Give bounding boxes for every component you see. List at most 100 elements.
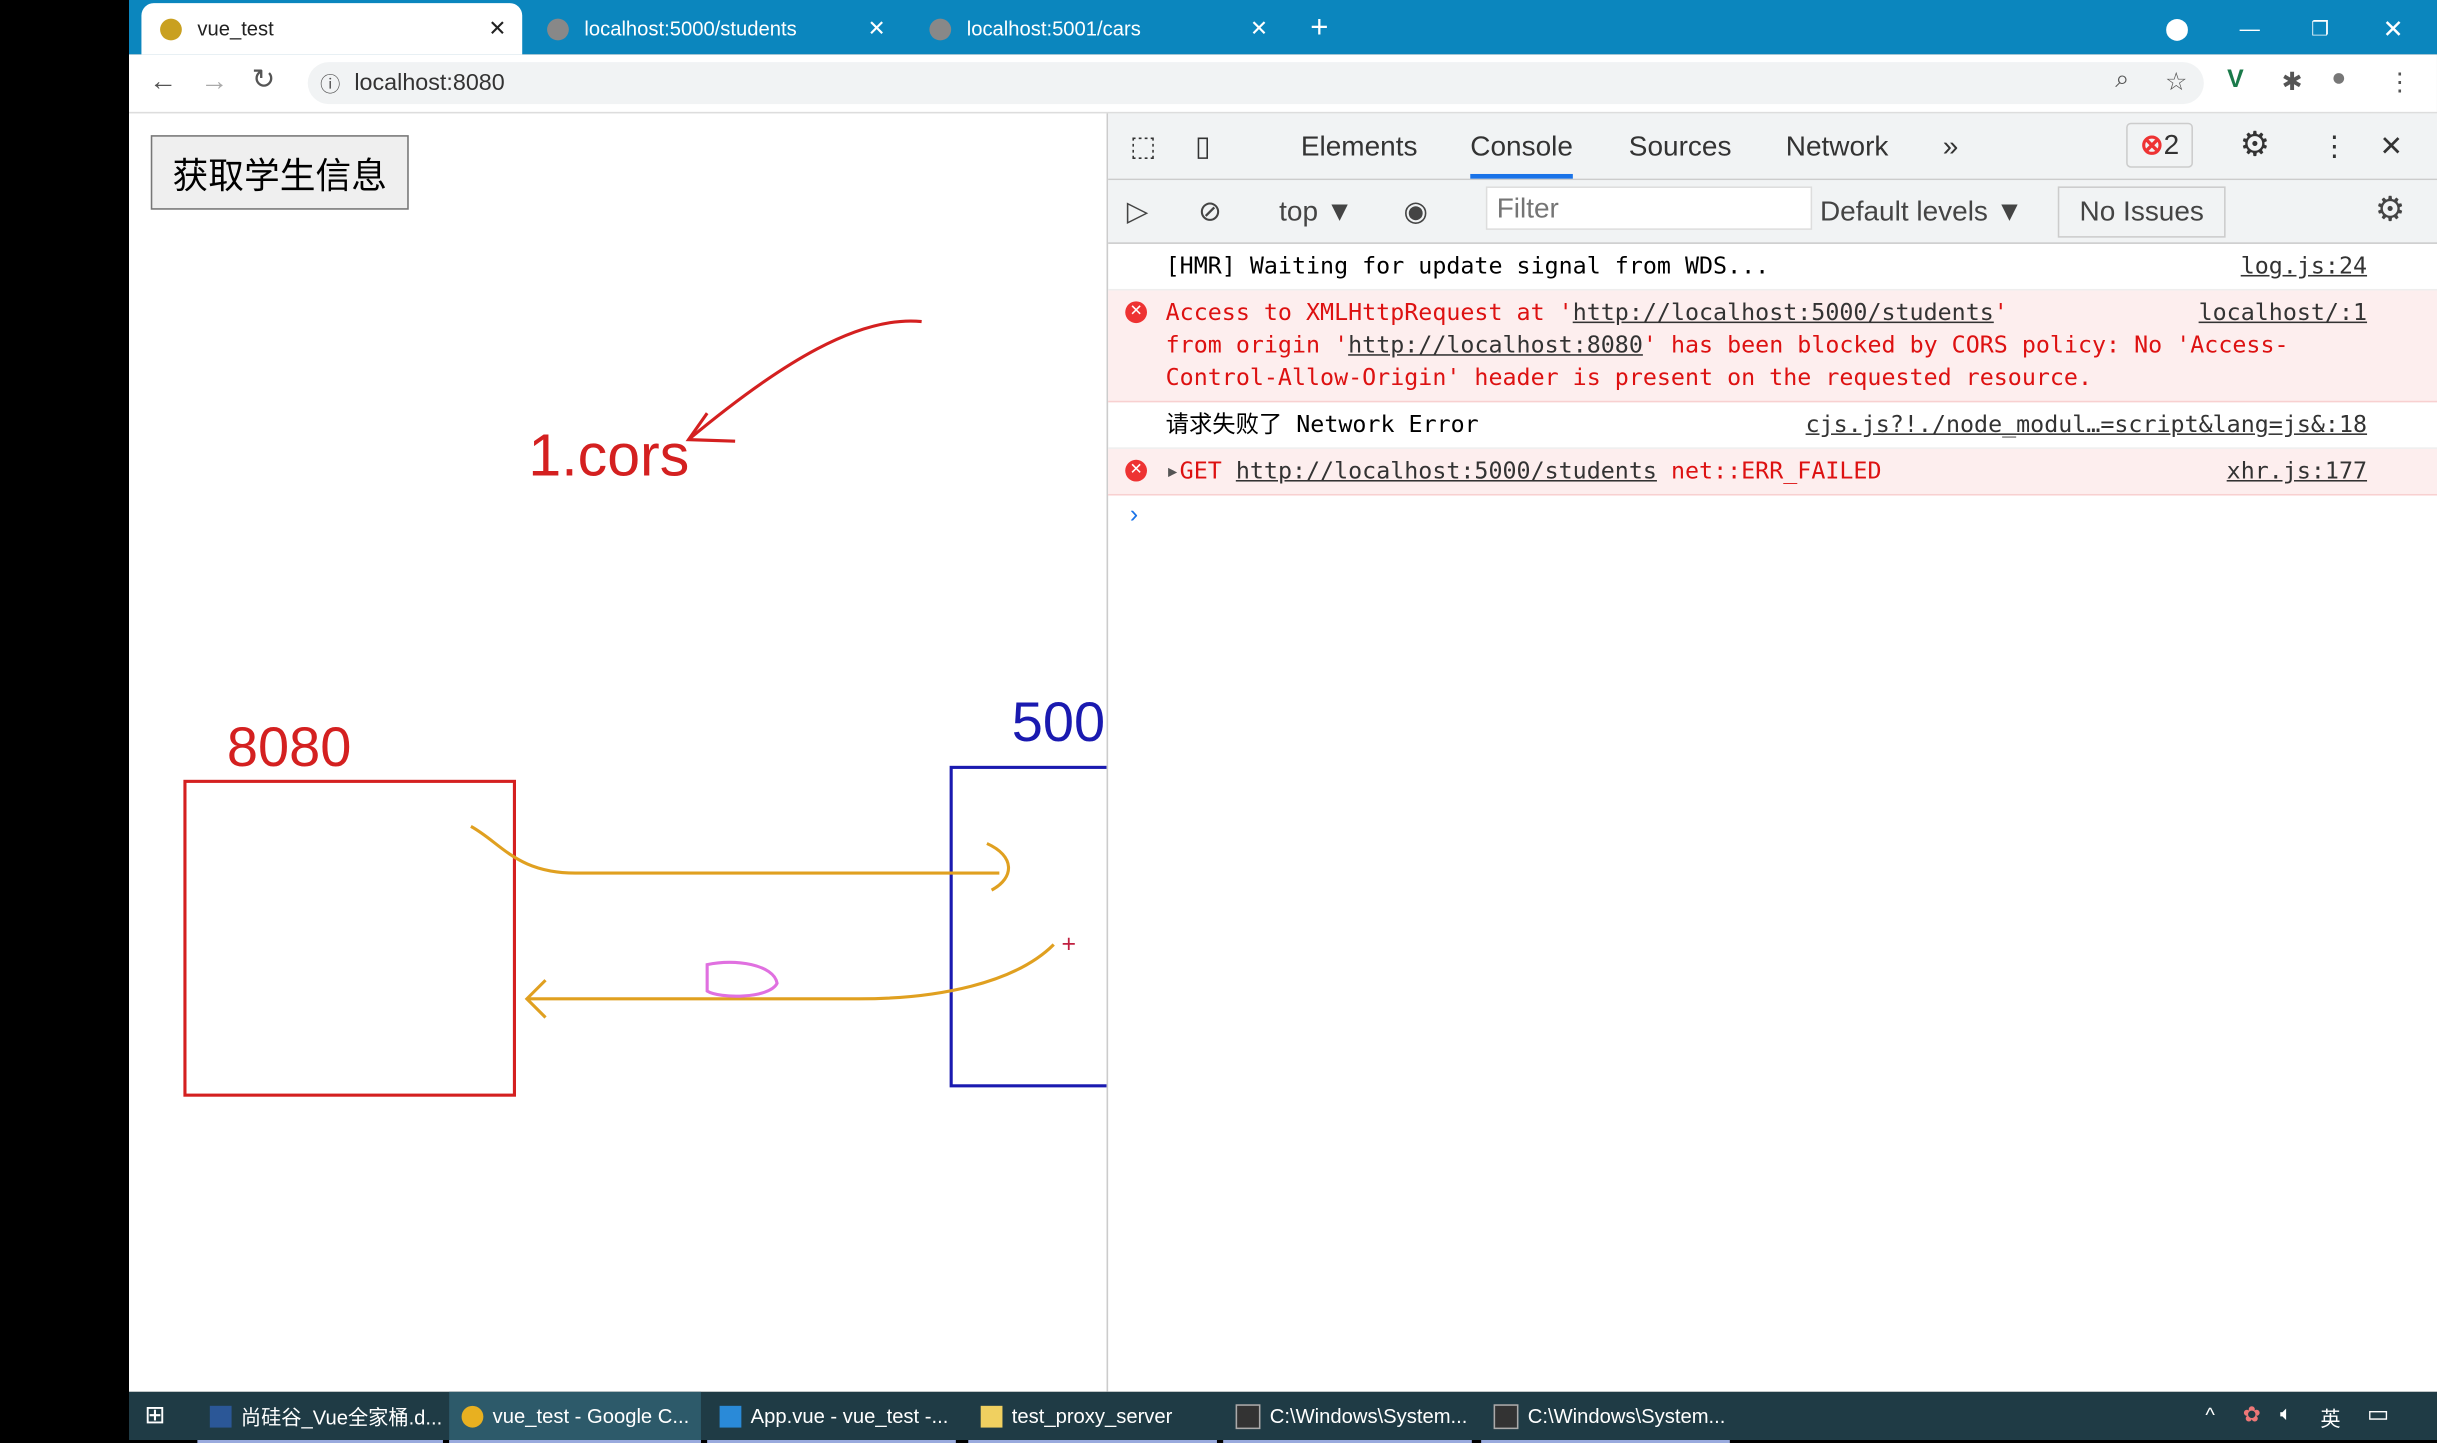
response-arrow — [526, 943, 1055, 1001]
menu-icon[interactable]: ⋮ — [2387, 67, 2412, 98]
console-message: [HMR] Waiting for update signal from WDS… — [1108, 244, 2437, 291]
error-icon: ⊗ — [2140, 128, 2164, 161]
msg-part: GET — [1179, 456, 1236, 485]
expand-triangle-icon[interactable]: ▸ — [1166, 457, 1180, 485]
page-content: 获取学生信息 + 1.cors 8080 5000 — [128, 113, 1314, 1392]
omnibox[interactable]: ⓘ localhost:8080 — [307, 62, 2204, 105]
red-arrow — [687, 319, 922, 441]
origin-link[interactable]: http://localhost:8080 — [1348, 331, 1643, 359]
tab-vue-test[interactable]: vue_test ✕ — [141, 3, 523, 55]
filter-input[interactable] — [1485, 186, 1813, 230]
vue-devtools-icon[interactable]: V — [2227, 67, 2244, 95]
request-arrow — [470, 825, 1000, 875]
address-bar-row: ← → ↻ ⓘ localhost:8080 ⌕ ☆ V ✱ ● ⋮ — [128, 54, 2437, 114]
chrome-icon — [461, 1405, 484, 1427]
source-link[interactable]: log.js:24 — [2241, 250, 2367, 283]
msg-part: ' has been blocked by CORS policy: No 'A… — [1165, 330, 2289, 392]
tab-elements[interactable]: Elements — [1301, 130, 1418, 163]
info-icon: ⓘ — [320, 73, 341, 97]
taskbar-cmd[interactable]: C:\Windows\System... — [1481, 1392, 1730, 1443]
taskbar-label: 尚硅谷_Vue全家桶.d... — [240, 1405, 443, 1430]
volume-icon[interactable]: 🔈︎ — [2280, 1401, 2292, 1426]
globe-icon — [929, 17, 952, 40]
error-url-link[interactable]: http://localhost:5000/students — [1236, 457, 1657, 485]
url-text: localhost:8080 — [354, 69, 505, 97]
taskbar-vscode[interactable]: App.vue - vue_test -... — [707, 1392, 956, 1443]
windows-start-icon[interactable]: ⊞ — [145, 1400, 166, 1431]
back-icon[interactable]: ← — [149, 65, 177, 98]
sidebar-toggle-icon[interactable]: ▷ — [1127, 196, 1149, 229]
error-count-badge[interactable]: ⊗2 — [2126, 122, 2194, 168]
red-arrowhead — [685, 412, 736, 443]
inspect-icon[interactable]: ⬚ — [1130, 130, 1156, 163]
devtools-panel: ⬚ ▯ Elements Console Sources Network » ⊗… — [1106, 113, 2437, 1392]
close-devtools-icon[interactable]: ✕ — [2379, 130, 2402, 163]
folder-icon — [980, 1405, 1003, 1427]
request-arrowhead — [986, 842, 1010, 892]
error-url-link[interactable]: http://localhost:5000/students — [1573, 298, 1994, 326]
tab-sources[interactable]: Sources — [1629, 130, 1732, 163]
close-tab-icon[interactable]: ✕ — [488, 16, 506, 42]
profile-dropdown-icon[interactable]: ⬤ — [2165, 3, 2189, 54]
msg-part: Access to XMLHttpRequest at ' — [1165, 298, 1573, 327]
taskbar-label: vue_test - Google C... — [492, 1404, 690, 1428]
tab-network[interactable]: Network — [1786, 130, 1889, 163]
settings-icon[interactable]: ⚙ — [2240, 124, 2271, 164]
restore-button[interactable]: ❐ — [2311, 3, 2329, 54]
more-options-icon[interactable]: ⋮ — [2320, 130, 2348, 163]
label-cors: 1.cors — [528, 424, 690, 490]
tab-bar: vue_test ✕ localhost:5000/students ✕ local… — [128, 0, 2437, 55]
source-link[interactable]: xhr.js:177 — [2227, 455, 2367, 488]
cmd-icon — [1235, 1403, 1261, 1429]
issues-button[interactable]: No Issues — [2057, 186, 2226, 238]
new-tab-button[interactable]: + — [1310, 3, 1328, 54]
error-count: 2 — [2163, 128, 2180, 161]
tab-console[interactable]: Console — [1470, 130, 1573, 179]
clear-console-icon[interactable]: ⊘ — [1198, 196, 1221, 229]
taskbar-word[interactable]: 尚硅谷_Vue全家桶.d... — [197, 1392, 443, 1443]
tab-cars[interactable]: localhost:5001/cars ✕ — [911, 3, 1284, 54]
tab-title: localhost:5001/cars — [966, 17, 1141, 41]
pink-scribble — [705, 960, 779, 998]
log-levels-select[interactable]: Default levels ▼ — [1820, 196, 2023, 229]
console-settings-icon[interactable]: ⚙ — [2375, 190, 2406, 230]
forward-icon[interactable]: → — [200, 65, 228, 98]
globe-icon — [547, 17, 569, 40]
tray-chevron-icon[interactable]: ^ — [2205, 1403, 2214, 1426]
eye-icon[interactable]: ◉ — [1403, 196, 1427, 229]
close-tab-icon[interactable]: ✕ — [868, 16, 886, 42]
context-select[interactable]: top ▼ — [1279, 196, 1353, 229]
reload-icon[interactable]: ↻ — [252, 64, 275, 97]
profile-icon[interactable]: ● — [2331, 65, 2346, 93]
msg-part: net::ERR_FAILED — [1656, 456, 1882, 485]
zoom-icon[interactable]: ⌕ — [2115, 67, 2129, 95]
taskbar-chrome[interactable]: vue_test - Google C... — [449, 1391, 701, 1443]
vscode-icon — [719, 1405, 742, 1427]
notification-icon[interactable]: ▭ — [2367, 1400, 2389, 1427]
source-link[interactable]: cjs.js?!./node_modul…=script&lang=js&:18 — [1806, 409, 2367, 442]
taskbar-cmd[interactable]: C:\Windows\System... — [1223, 1392, 1472, 1443]
star-icon[interactable]: ☆ — [2165, 67, 2187, 98]
taskbar-label: App.vue - vue_test -... — [750, 1404, 949, 1428]
devtools-toolbar: ⬚ ▯ Elements Console Sources Network » ⊗… — [1108, 113, 2437, 181]
taskbar-label: C:\Windows\System... — [1269, 1404, 1468, 1428]
console-prompt[interactable]: › — [1108, 496, 2437, 536]
extensions-icon[interactable]: ✱ — [2282, 67, 2303, 98]
left-black-margin — [0, 0, 129, 1441]
label-8080: 8080 — [226, 714, 352, 779]
ime-indicator[interactable]: 英 — [2320, 1403, 2340, 1433]
more-tabs-icon[interactable]: » — [1943, 130, 1959, 163]
source-link[interactable]: localhost/:1 — [2199, 297, 2367, 330]
minimize-button[interactable]: — — [2240, 3, 2260, 54]
vue-favicon-icon — [160, 17, 182, 40]
tray-app-icon[interactable]: ✿ — [2243, 1401, 2261, 1427]
taskbar-label: C:\Windows\System... — [1527, 1404, 1726, 1428]
console-error: ✕ ▸GET http://localhost:5000/students net… — [1108, 448, 2437, 496]
taskbar-folder[interactable]: test_proxy_server — [968, 1392, 1217, 1443]
plus-mark: + — [1062, 930, 1077, 958]
close-window-button[interactable]: ✕ — [2383, 3, 2404, 54]
close-tab-icon[interactable]: ✕ — [1250, 16, 1268, 42]
device-toolbar-icon[interactable]: ▯ — [1195, 130, 1210, 163]
console-toolbar: ▷ ⊘ top ▼ ◉ Default levels ▼ No Issues ⚙ — [1108, 180, 2437, 244]
tab-students[interactable]: localhost:5000/students ✕ — [528, 3, 901, 54]
